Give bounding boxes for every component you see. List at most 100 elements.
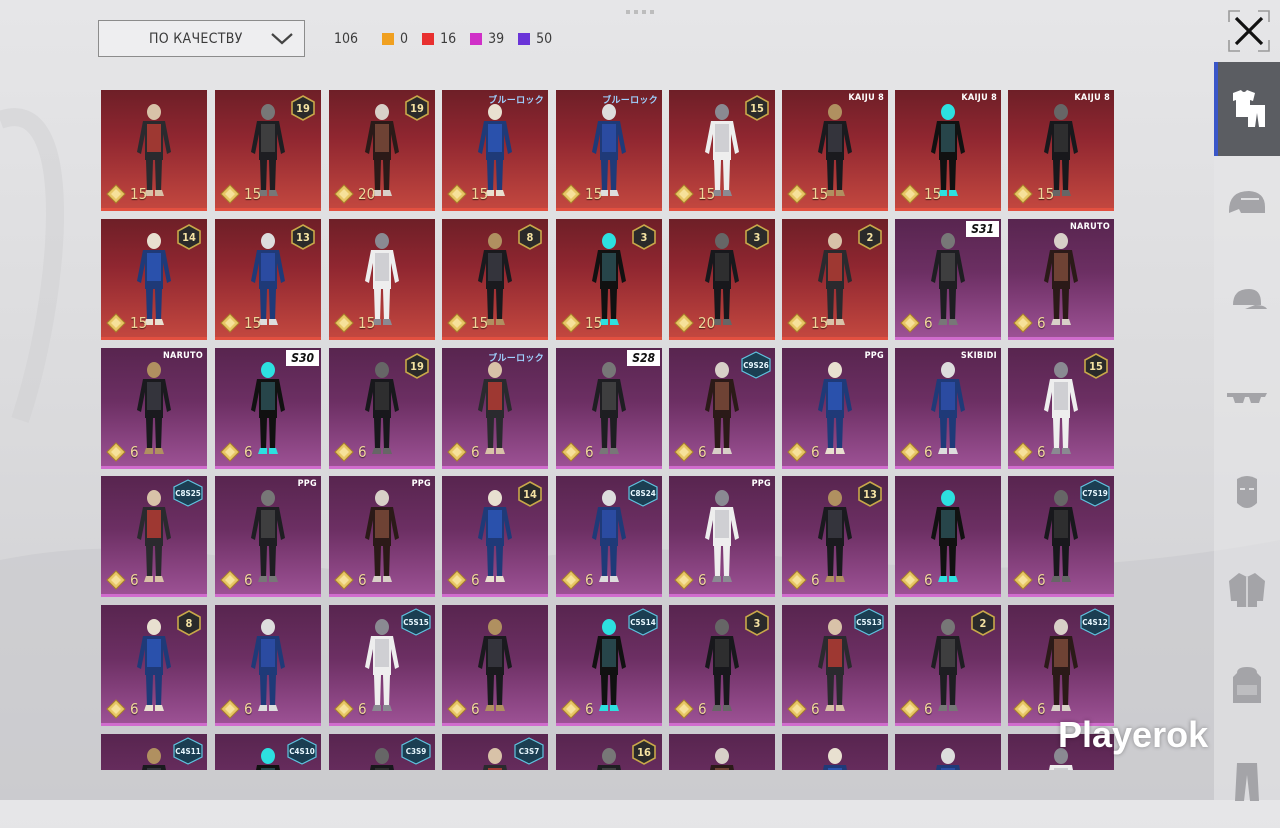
outfit-card[interactable]: 15 14 xyxy=(101,219,207,340)
sidebar-item-caps[interactable] xyxy=(1214,254,1280,348)
outfit-card[interactable]: 6 15 xyxy=(1008,348,1114,469)
card-cost: 15 xyxy=(674,184,715,204)
sidebar-item-masks[interactable] xyxy=(1214,446,1280,540)
outfit-card[interactable]: 62 xyxy=(895,605,1001,726)
card-cost: 6 xyxy=(787,442,820,462)
outfit-card[interactable]: C3S7 xyxy=(442,734,548,770)
outfit-card[interactable]: C4S10 xyxy=(215,734,321,770)
outfit-card[interactable]: 15 xyxy=(101,90,207,211)
coin-icon xyxy=(674,570,694,590)
outfit-card[interactable]: 20 19 xyxy=(329,90,435,211)
outfit-card[interactable] xyxy=(895,734,1001,770)
outfit-grid: 15 15 19 20 19 15 ブルーロック 15 ブルーロック 15 15 15 KAIJU 81… xyxy=(101,90,1116,770)
coin-icon xyxy=(447,184,467,204)
level-badge: 8 xyxy=(185,616,193,630)
outfit-card[interactable]: 6 S30 xyxy=(215,348,321,469)
outfit-figure xyxy=(710,748,734,770)
cost-value: 15 xyxy=(244,314,262,332)
outfit-card[interactable]: 6 C5S13 xyxy=(782,605,888,726)
outfit-card[interactable]: 15 8 xyxy=(442,219,548,340)
sidebar-item-helmets[interactable] xyxy=(1214,158,1280,252)
outfit-card[interactable]: 15 KAIJU 8 xyxy=(895,90,1001,211)
season-badge-text: C4S11 xyxy=(175,746,201,756)
outfit-card[interactable]: 6 C9S26 xyxy=(669,348,775,469)
coin-icon xyxy=(900,442,920,462)
card-cost: 6 xyxy=(106,699,139,719)
sidebar-item-pants[interactable] xyxy=(1214,734,1280,828)
card-cost: 15 xyxy=(106,313,147,333)
outfit-card[interactable]: 20 3 xyxy=(669,219,775,340)
outfit-card[interactable]: 6 C4S12 xyxy=(1008,605,1114,726)
cost-value: 6 xyxy=(585,571,594,589)
cost-value: 6 xyxy=(1037,314,1046,332)
outfit-card[interactable]: 15 3 xyxy=(556,219,662,340)
outfit-card[interactable]: 6 S28 xyxy=(556,348,662,469)
sidebar-item-jackets[interactable] xyxy=(1214,542,1280,636)
outfit-card[interactable]: 68 xyxy=(101,605,207,726)
outfit-card[interactable]: 6 NARUTO xyxy=(1008,219,1114,340)
outfit-card[interactable]: 6 PPG xyxy=(329,476,435,597)
outfit-card[interactable]: 15 ブルーロック xyxy=(442,90,548,211)
outfit-card[interactable]: 15 KAIJU 8 xyxy=(782,90,888,211)
outfit-card[interactable]: 6 19 xyxy=(329,348,435,469)
outfit-card[interactable]: 6 C7S19 xyxy=(1008,476,1114,597)
outfit-card[interactable]: 6 xyxy=(895,476,1001,597)
outfit-card[interactable]: 6 C5S15 xyxy=(329,605,435,726)
sidebar-item-backpacks[interactable] xyxy=(1214,638,1280,732)
coin-icon xyxy=(220,570,240,590)
total-count: 106 xyxy=(334,31,359,47)
outfit-card[interactable]: 6 ブルーロック xyxy=(442,348,548,469)
cost-value: 15 xyxy=(471,314,489,332)
outfit-card[interactable]: 6 xyxy=(215,605,321,726)
card-cost: 15 xyxy=(220,313,261,333)
card-cost: 6 xyxy=(561,442,594,462)
outfit-card[interactable]: 6 xyxy=(442,605,548,726)
cost-value: 15 xyxy=(130,314,148,332)
cost-value: 6 xyxy=(471,700,480,718)
outfit-card[interactable]: C4S11 xyxy=(101,734,207,770)
outfit-card[interactable]: 63 xyxy=(669,605,775,726)
cost-value: 6 xyxy=(358,700,367,718)
outfit-card[interactable]: 6 SKIBIDI xyxy=(895,348,1001,469)
card-cost: 6 xyxy=(1013,570,1046,590)
outfit-card[interactable]: 15 xyxy=(329,219,435,340)
outfit-card[interactable]: 6 14 xyxy=(442,476,548,597)
mask-icon xyxy=(1237,476,1257,508)
outfit-card[interactable]: 15 ブルーロック xyxy=(556,90,662,211)
cost-value: 6 xyxy=(358,571,367,589)
sidebar-item-glasses[interactable] xyxy=(1214,350,1280,444)
outfit-card[interactable]: C3S9 xyxy=(329,734,435,770)
outfit-card[interactable]: 15 15 xyxy=(669,90,775,211)
outfit-card[interactable]: 15 2 xyxy=(782,219,888,340)
outfit-card[interactable]: 6 C5S14 xyxy=(556,605,662,726)
season-badge: C5S13 xyxy=(854,608,884,636)
collab-logo: KAIJU 8 xyxy=(1074,93,1110,103)
outfit-card[interactable]: 16 xyxy=(556,734,662,770)
outfit-card[interactable]: 6 13 xyxy=(782,476,888,597)
outfit-card[interactable]: 6 C8S25 xyxy=(101,476,207,597)
coin-icon xyxy=(561,184,581,204)
cost-value: 6 xyxy=(698,443,707,461)
season-badge-text: C8S25 xyxy=(175,488,201,498)
cost-value: 6 xyxy=(130,571,139,589)
outfit-card[interactable]: 6 PPG xyxy=(669,476,775,597)
outfit-card[interactable]: 6 NARUTO xyxy=(101,348,207,469)
outfit-card[interactable]: 15 19 xyxy=(215,90,321,211)
outfit-card[interactable]: 15 KAIJU 8 xyxy=(1008,90,1114,211)
outfit-card[interactable]: 6 C8S24 xyxy=(556,476,662,597)
drag-handle[interactable] xyxy=(626,10,654,14)
card-cost: 6 xyxy=(900,313,933,333)
outfit-card[interactable]: 6 PPG xyxy=(215,476,321,597)
sort-dropdown[interactable]: ПО КАЧЕСТВУ xyxy=(98,20,305,57)
outfit-card[interactable]: 6 PPG xyxy=(782,348,888,469)
coin-icon xyxy=(447,442,467,462)
gold-count: 0 xyxy=(400,31,409,47)
outfit-icon xyxy=(1233,90,1265,127)
cost-value: 6 xyxy=(924,314,933,332)
close-icon[interactable] xyxy=(1226,8,1272,54)
outfit-card[interactable]: 15 13 xyxy=(215,219,321,340)
sidebar-item-outfits[interactable] xyxy=(1214,62,1280,156)
outfit-card[interactable] xyxy=(782,734,888,770)
outfit-card[interactable]: 6 S31 xyxy=(895,219,1001,340)
outfit-card[interactable] xyxy=(669,734,775,770)
